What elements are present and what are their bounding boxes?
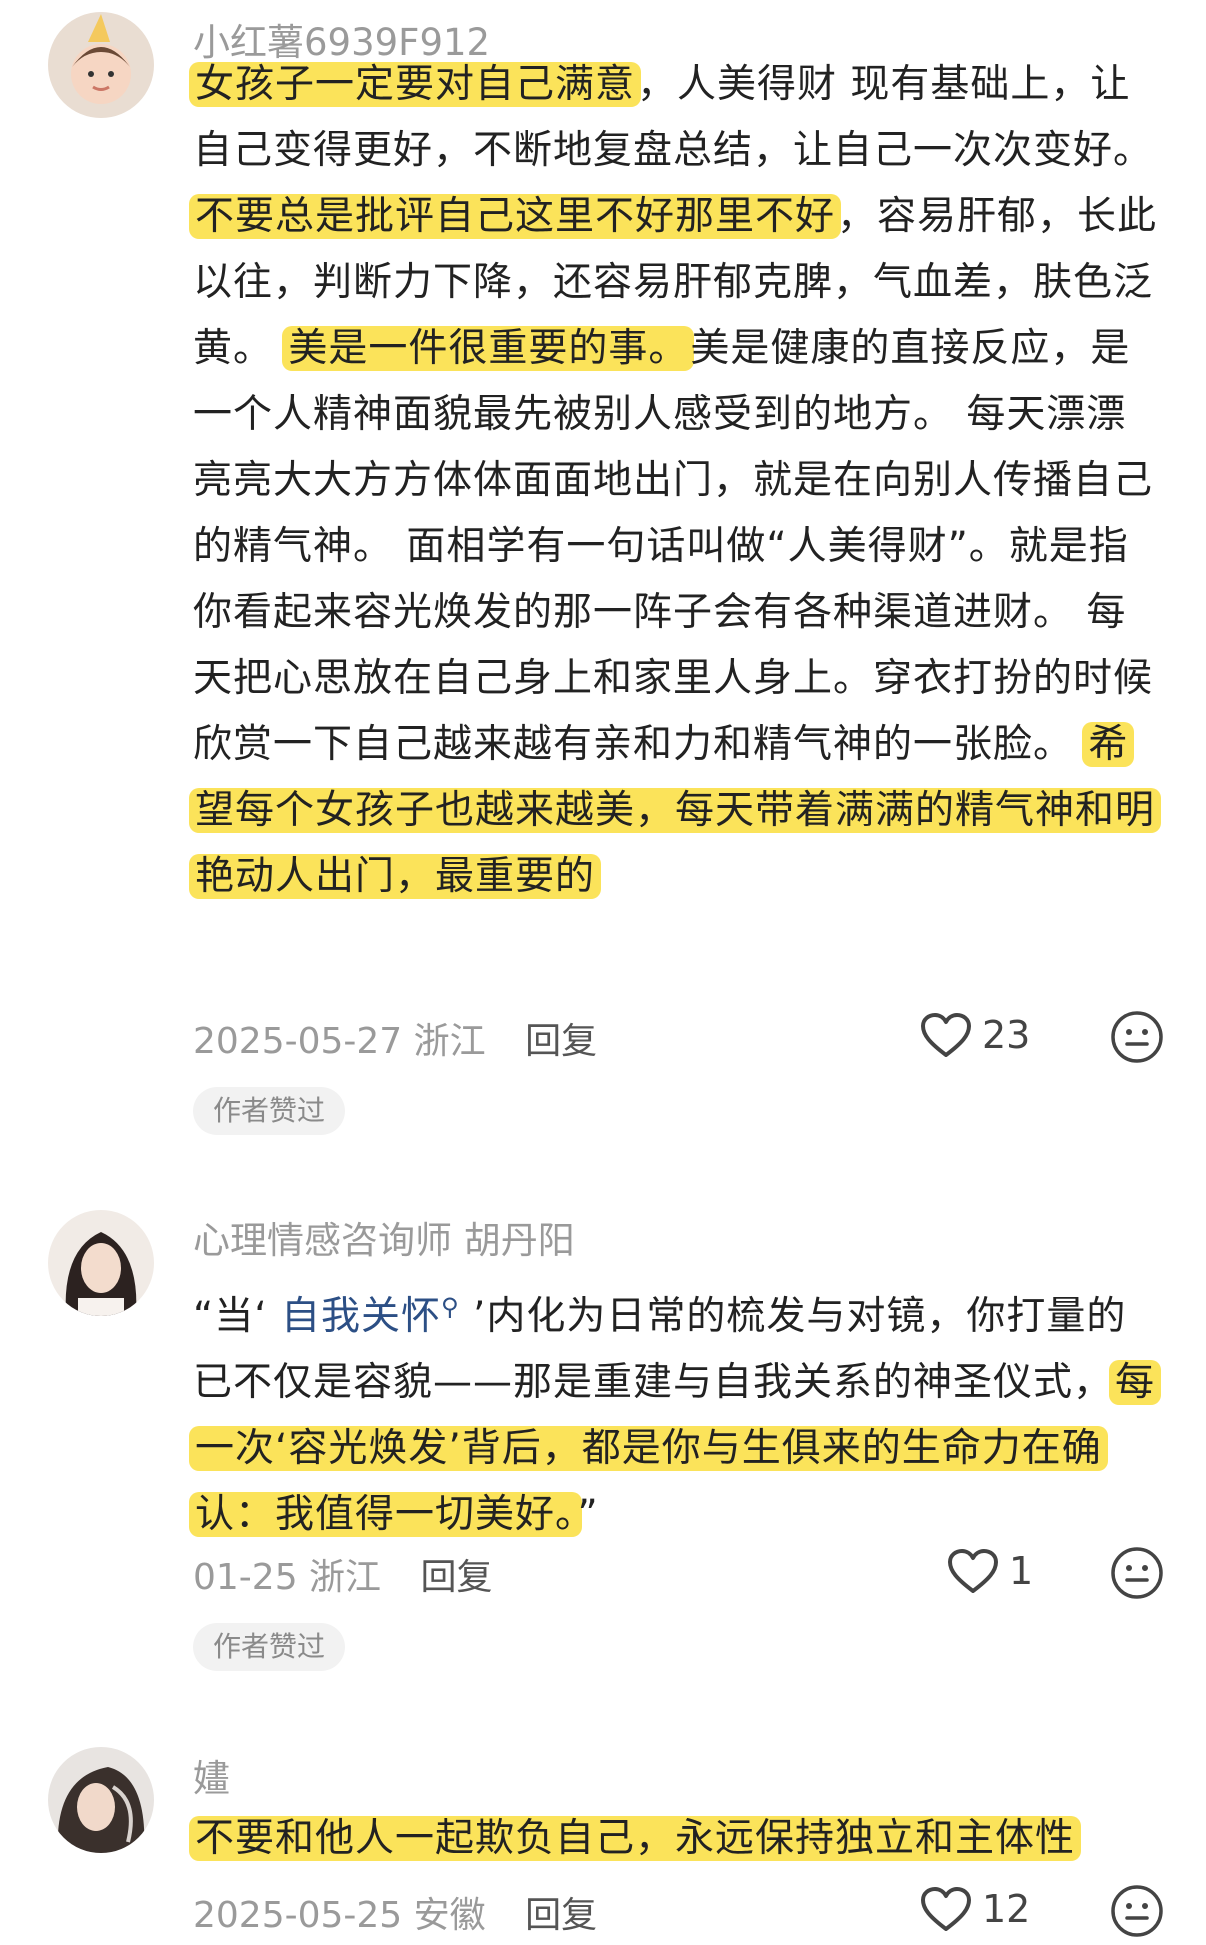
like-button[interactable]: 12 [920,1886,1030,1932]
like-count: 1 [1009,1549,1034,1593]
avatar-child-image [48,12,154,118]
comment-text: 不要和他人一起欺负自己，永远保持独立和主体性 [189,1806,1163,1872]
highlighted-text: 美是一件很重要的事。 [282,326,695,371]
heart-outline-icon [948,1549,998,1593]
comment-text-segment: 美是健康的直接反应，是一个人精神面貌最先被别人感受到的地方。 每天漂漂亮亮大大方… [193,326,1154,767]
like-button[interactable]: 23 [920,1012,1030,1058]
date-location: 01-25 浙江 [193,1557,382,1598]
like-count: 23 [982,1013,1031,1057]
username[interactable]: 心理情感咨询师 胡丹阳 [193,1210,575,1264]
reply-button[interactable]: 回复 [525,1021,597,1062]
date-location: 2025-05-27 浙江 [193,1021,486,1062]
like-count: 12 [982,1887,1031,1931]
search-icon[interactable]: ⚲ [441,1293,460,1321]
topic-link[interactable]: 自我关怀 [281,1294,441,1339]
avatar[interactable] [48,1747,154,1853]
comment-meta: 01-25 浙江 回复 [193,1548,493,1600]
comment-text: “当‘ 自我关怀⚲ ’内化为日常的梳发与对镜，你打量的已不仅是容貌——那是重建与… [189,1274,1163,1548]
avatar-woman-image [48,1210,154,1316]
highlighted-text: 不要总是批评自己这里不好那里不好 [189,194,842,239]
comment-meta: 2025-05-27 浙江 回复 [193,1012,597,1064]
author-liked-badge: 作者赞过 [193,1623,346,1671]
neutral-face-icon[interactable] [1110,1546,1164,1600]
heart-outline-icon [921,1013,971,1057]
comment-text-segment: “当‘ [193,1294,281,1339]
heart-outline-icon [921,1887,971,1931]
like-button[interactable]: 1 [947,1548,1033,1594]
highlighted-text: 不要和他人一起欺负自己，永远保持独立和主体性 [189,1816,1082,1861]
avatar[interactable] [48,12,154,118]
comment-text: 女孩子一定要对自己满意，人美得财 现有基础上，让自己变得更好，不断地复盘总结，让… [189,52,1163,910]
comment-meta: 2025-05-25 安徽 回复 [193,1886,597,1938]
highlighted-text: 女孩子一定要对自己满意 [189,62,642,107]
avatar-woman-image [48,1747,154,1853]
reply-button[interactable]: 回复 [525,1895,597,1936]
reply-button[interactable]: 回复 [421,1557,493,1598]
neutral-face-icon[interactable] [1110,1010,1164,1064]
date-location: 2025-05-25 安徽 [193,1895,486,1936]
neutral-face-icon[interactable] [1110,1884,1164,1938]
comment-text-segment: ” [577,1492,599,1537]
username[interactable]: 嫿 [193,1748,230,1802]
author-liked-badge: 作者赞过 [193,1087,346,1135]
avatar[interactable] [48,1210,154,1316]
